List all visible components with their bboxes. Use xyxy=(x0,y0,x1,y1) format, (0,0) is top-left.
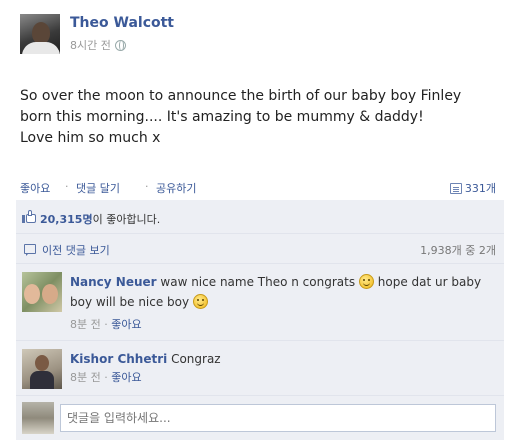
comment-text: Congraz xyxy=(171,352,221,366)
comments-count: 1,938개 중 2개 xyxy=(420,244,496,257)
thumbs-up-icon xyxy=(22,210,36,223)
action-separator: · xyxy=(145,180,149,193)
likes-count[interactable]: 20,315명 xyxy=(40,213,93,226)
previous-comments-row: 이전 댓글 보기 1,938개 중 2개 xyxy=(16,234,504,264)
action-separator: · xyxy=(65,180,69,193)
post-timestamp[interactable]: 8시간 전 xyxy=(70,37,111,53)
post-text-line: Love him so much x xyxy=(20,130,161,146)
comment-like-link[interactable]: 좋아요 xyxy=(111,318,141,331)
comment-meta: 8분 전 · 좋아요 xyxy=(70,318,142,331)
commenter-avatar[interactable] xyxy=(22,349,62,389)
commenter-avatar[interactable] xyxy=(22,272,62,312)
post-text-line: So over the moon to announce the birth o… xyxy=(20,88,462,104)
comment: Kishor Chhetri Congraz 8분 전 · 좋아요 xyxy=(16,341,504,396)
post-meta: 8시간 전 xyxy=(70,37,126,53)
author-name[interactable]: Theo Walcott xyxy=(70,15,174,31)
smiley-icon xyxy=(192,294,208,309)
comment-icon xyxy=(24,244,36,256)
likes-row: 20,315명이 좋아합니다. xyxy=(16,200,504,234)
comment-text: waw nice name Theo n congrats xyxy=(160,275,356,289)
comment: Nancy Neuer waw nice name Theo n congrat… xyxy=(16,264,504,341)
ufi-panel: 20,315명이 좋아합니다. 이전 댓글 보기 1,938개 중 2개 Nan… xyxy=(16,200,504,440)
comment-time[interactable]: 8분 전 xyxy=(70,318,101,331)
share-count-label: 331개 xyxy=(464,182,496,195)
share-icon xyxy=(449,182,462,194)
likes-suffix: 이 좋아합니다. xyxy=(92,213,161,226)
comment-time[interactable]: 8분 전 xyxy=(70,371,101,384)
author-avatar[interactable] xyxy=(20,14,60,54)
comment-input[interactable] xyxy=(60,404,496,432)
view-previous-comments-link[interactable]: 이전 댓글 보기 xyxy=(42,242,110,258)
post-text-line: born this morning.... It's amazing to be… xyxy=(20,109,424,125)
smiley-icon xyxy=(358,274,374,289)
compose-row xyxy=(16,396,504,440)
share-link[interactable]: 공유하기 xyxy=(156,180,196,196)
comment-like-link[interactable]: 좋아요 xyxy=(111,371,141,384)
comment-link[interactable]: 댓글 달기 xyxy=(76,180,120,196)
comment-author[interactable]: Kishor Chhetri xyxy=(70,352,167,366)
actions-bar: 좋아요 · 댓글 달기 · 공유하기 331개 xyxy=(20,180,500,196)
globe-icon[interactable] xyxy=(114,39,126,51)
like-link[interactable]: 좋아요 xyxy=(20,180,50,196)
share-count[interactable]: 331개 xyxy=(449,180,496,196)
post-body: So over the moon to announce the birth o… xyxy=(20,86,500,149)
comment-meta: 8분 전 · 좋아요 xyxy=(70,371,142,384)
comment-author[interactable]: Nancy Neuer xyxy=(70,275,157,289)
current-user-avatar xyxy=(22,402,54,434)
